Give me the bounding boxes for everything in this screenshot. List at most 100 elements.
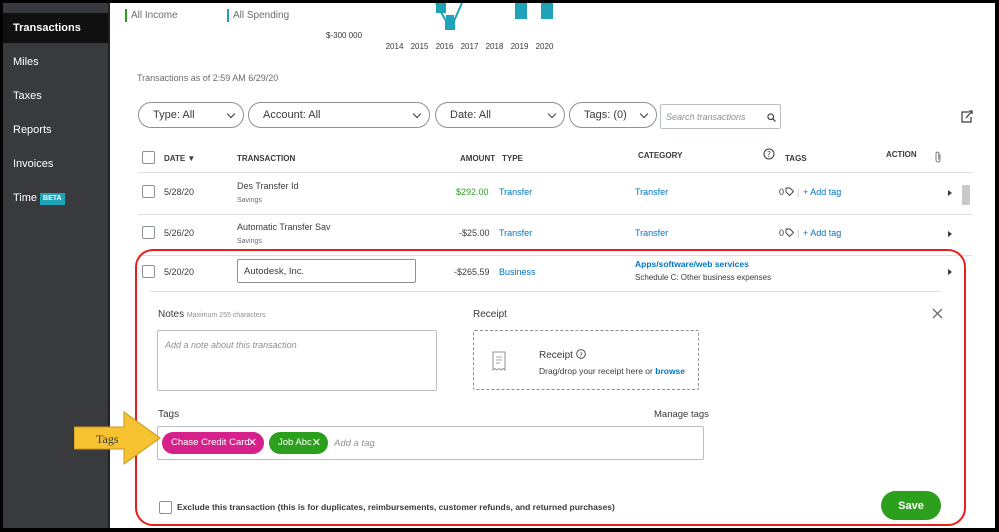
- date-filter[interactable]: Date: All: [435, 102, 565, 128]
- type-column-header[interactable]: TYPE: [502, 154, 523, 163]
- receipt-icon: [492, 351, 506, 371]
- amount-column-header[interactable]: AMOUNT: [460, 154, 495, 163]
- search-input[interactable]: [666, 109, 761, 125]
- expand-row-icon[interactable]: [948, 190, 952, 196]
- tag-icon: [785, 228, 795, 238]
- row-transaction: Automatic Transfer Sav: [237, 222, 331, 232]
- notes-textarea[interactable]: [157, 330, 437, 391]
- sidebar-item-invoices[interactable]: Invoices: [3, 149, 108, 179]
- chevron-down-icon: [639, 109, 649, 119]
- income-legend-swatch: [125, 9, 127, 22]
- tags-filter[interactable]: Tags: (0): [569, 102, 657, 128]
- expand-row-icon[interactable]: [948, 269, 952, 275]
- tags-field[interactable]: Chase Credit Card ✕ Job Abc ✕: [157, 426, 704, 460]
- row-date: 5/28/20: [164, 187, 195, 197]
- export-icon[interactable]: [960, 110, 973, 124]
- category-column-header[interactable]: CATEGORY: [638, 151, 682, 160]
- x-tick-2017: 2017: [460, 42, 479, 51]
- row-type[interactable]: Business: [499, 267, 536, 277]
- transaction-column-header[interactable]: TRANSACTION: [237, 154, 295, 163]
- row-category-sub: Schedule C: Other business expenses: [635, 273, 772, 282]
- x-tick-2019: 2019: [510, 42, 529, 51]
- receipt-dropzone[interactable]: Receipt ? Drag/drop your receipt here or…: [473, 330, 699, 390]
- x-tick-2014: 2014: [385, 42, 404, 51]
- tag-icon: [785, 187, 795, 197]
- chart-bar-2016: [436, 3, 446, 13]
- sidebar-item-time[interactable]: Time BETA: [3, 183, 108, 213]
- row-date: 5/20/20: [164, 267, 195, 277]
- tag-chip-chase-credit-card[interactable]: Chase Credit Card ✕: [162, 432, 264, 454]
- help-icon[interactable]: ?: [575, 349, 586, 359]
- date-column-header[interactable]: DATE ▼: [164, 154, 195, 163]
- row-amount: $292.00: [456, 187, 489, 197]
- remove-tag-icon[interactable]: ✕: [312, 432, 321, 454]
- add-tag-link[interactable]: + Add tag: [803, 187, 841, 197]
- add-tag-link[interactable]: + Add tag: [803, 228, 841, 238]
- row-account: Savings: [237, 197, 262, 204]
- search-box: [660, 104, 781, 129]
- row-amount: -$265.59: [454, 267, 490, 277]
- beta-badge: BETA: [40, 193, 65, 205]
- save-button[interactable]: Save: [881, 491, 941, 520]
- browse-link[interactable]: browse: [655, 366, 685, 376]
- row-type[interactable]: Transfer: [499, 228, 532, 238]
- attachment-icon: [935, 151, 941, 163]
- row-divider: [138, 214, 972, 215]
- row-transaction: Des Transfer Id: [237, 181, 299, 191]
- select-all-checkbox[interactable]: [142, 151, 155, 164]
- add-tag-input[interactable]: [334, 435, 534, 451]
- expand-row-icon[interactable]: [948, 231, 952, 237]
- search-icon[interactable]: [767, 113, 776, 122]
- spending-legend-label: All Spending: [233, 10, 290, 21]
- notes-label: Notes Maximum 255 characters: [158, 309, 266, 320]
- x-tick-2015: 2015: [410, 42, 429, 51]
- row-checkbox[interactable]: [142, 265, 155, 278]
- y-axis-tick: $-300 000: [326, 31, 363, 40]
- sidebar-item-taxes[interactable]: Taxes: [3, 81, 108, 111]
- annotation-label: Tags: [96, 432, 119, 446]
- row-tag-count: 0 |: [779, 187, 800, 197]
- main-content: All Income All Spending $-300 000 2014 2…: [110, 3, 995, 528]
- row-checkbox[interactable]: [142, 226, 155, 239]
- sidebar-item-reports[interactable]: Reports: [3, 115, 108, 145]
- x-tick-2020: 2020: [535, 42, 554, 51]
- tags-column-header[interactable]: TAGS: [785, 154, 807, 163]
- receipt-drop-text: Drag/drop your receipt here or browse: [539, 366, 686, 376]
- svg-text:?: ?: [579, 351, 582, 359]
- help-icon[interactable]: ?: [763, 148, 775, 160]
- chevron-down-icon: [412, 109, 422, 119]
- exclude-checkbox[interactable]: [159, 501, 172, 514]
- receipt-label: Receipt: [473, 309, 507, 320]
- detail-divider: [150, 291, 940, 292]
- x-tick-2018: 2018: [485, 42, 504, 51]
- sidebar-item-miles[interactable]: Miles: [3, 47, 108, 77]
- app-window: Transactions Miles Taxes Reports Invoice…: [3, 3, 995, 528]
- row-divider: [138, 255, 972, 256]
- row-account: Savings: [237, 238, 262, 245]
- notes-hint: Maximum 255 characters: [186, 312, 266, 319]
- row-type[interactable]: Transfer: [499, 187, 532, 197]
- row-date: 5/26/20: [164, 228, 195, 238]
- chart-bar-2020: [541, 3, 553, 19]
- manage-tags-link[interactable]: Manage tags: [654, 409, 709, 420]
- transaction-name-input[interactable]: [237, 259, 416, 283]
- scrollbar-thumb[interactable]: [962, 185, 970, 205]
- header-divider: [138, 172, 972, 173]
- row-category[interactable]: Apps/software/web services: [635, 259, 749, 269]
- row-checkbox[interactable]: [142, 185, 155, 198]
- tag-chip-job-abc[interactable]: Job Abc ✕: [269, 432, 328, 454]
- close-icon[interactable]: [932, 308, 943, 319]
- account-filter[interactable]: Account: All: [248, 102, 430, 128]
- row-category[interactable]: Transfer: [635, 228, 668, 238]
- row-category[interactable]: Transfer: [635, 187, 668, 197]
- transactions-as-of: Transactions as of 2:59 AM 6/29/20: [137, 73, 279, 83]
- type-filter[interactable]: Type: All: [138, 102, 244, 128]
- chart-bar-2019: [515, 3, 527, 19]
- receipt-title: Receipt ?: [539, 349, 586, 361]
- row-tag-count: 0 |: [779, 228, 800, 238]
- exclude-label: Exclude this transaction (this is for du…: [177, 502, 615, 512]
- row-amount: -$25.00: [459, 228, 490, 238]
- income-legend-label: All Income: [131, 10, 178, 21]
- remove-tag-icon[interactable]: ✕: [248, 432, 257, 454]
- sidebar-item-transactions[interactable]: Transactions: [3, 13, 108, 43]
